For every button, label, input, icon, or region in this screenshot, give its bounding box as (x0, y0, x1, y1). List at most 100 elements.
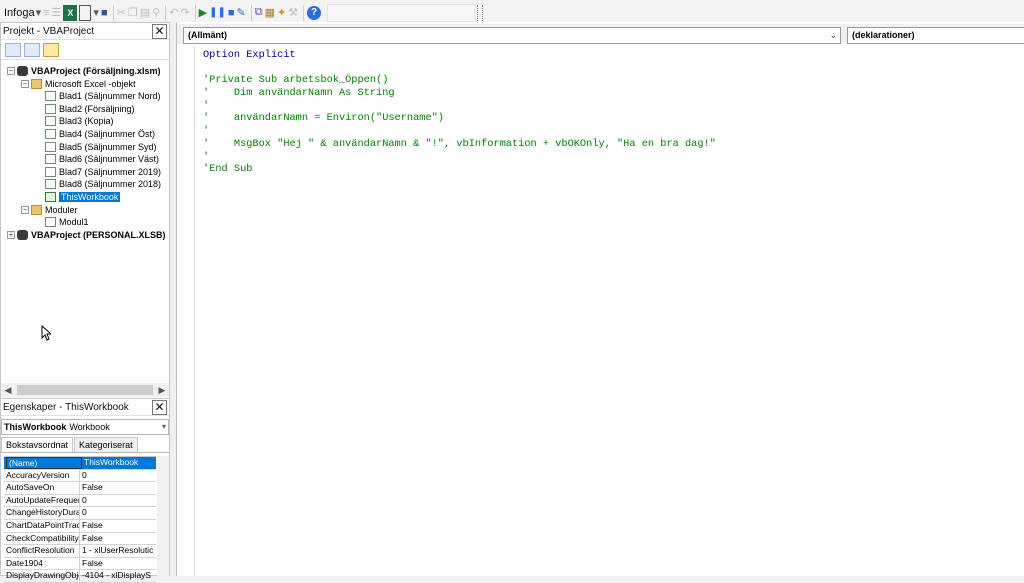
tree-item[interactable]: Blad1 (Säljnummer Nord) (35, 90, 161, 102)
tree-item[interactable]: Modul1 (35, 216, 89, 228)
tree-item-label: Microsoft Excel -objekt (45, 78, 136, 89)
tree-item[interactable]: − Microsoft Excel -objekt (21, 78, 136, 90)
run-icon[interactable]: ▶ (199, 5, 207, 21)
expand-icon[interactable]: + (7, 230, 15, 239)
object-type: Workbook (69, 422, 110, 432)
paste-icon[interactable]: ▤ (140, 5, 150, 21)
toggle-folders-icon[interactable] (43, 42, 59, 57)
close-icon[interactable]: ✕ (152, 23, 167, 39)
toolbar-separator (250, 4, 252, 21)
tree-item[interactable]: Blad2 (Försäljning) (35, 103, 135, 115)
cut-icon[interactable]: ✂ (117, 5, 126, 21)
collapse-icon[interactable]: − (21, 205, 29, 214)
properties-window-icon[interactable]: ▦ (265, 5, 275, 21)
tree-item[interactable]: ThisWorkbook (35, 191, 121, 203)
toolbar-grip-icon[interactable] (477, 4, 484, 21)
object-combo[interactable]: (Allmänt) ⌄ (183, 27, 841, 44)
view-object-icon[interactable] (24, 42, 40, 57)
property-name: ChangeHistoryDura (6, 507, 80, 519)
folder-icon (31, 78, 42, 89)
stop-icon[interactable]: ■ (228, 5, 235, 21)
chevron-down-icon[interactable]: ▾ (162, 422, 166, 431)
toolbar-separator (165, 4, 167, 21)
object-select[interactable]: ThisWorkbook Workbook ▾ (1, 419, 169, 435)
property-value[interactable]: 0 (80, 495, 156, 507)
property-row[interactable]: ChartDataPointTrac False (4, 519, 156, 533)
tree-item[interactable]: Blad3 (Kopia) (35, 115, 114, 127)
tree-item-label: Blad5 (Säljnummer Syd) (59, 141, 157, 152)
code-editor[interactable]: Option Explicit 'Private Sub arbetsbok_Öp… (203, 49, 716, 176)
scroll-left-icon[interactable]: ◀ (1, 385, 15, 396)
property-value[interactable]: 0 (80, 507, 156, 519)
properties-grid: (Name) ThisWorkbook AccuracyVersion 0 AutoSa… (4, 456, 156, 583)
code-window: (Allmänt) ⌄ (deklarationer) Option Expli… (176, 22, 1024, 576)
tree-item[interactable]: Blad4 (Säljnummer Öst) (35, 128, 155, 140)
tree-item[interactable]: − Moduler (21, 204, 78, 216)
property-row[interactable]: Date1904 False (4, 557, 156, 571)
save-icon[interactable]: ■ (101, 5, 108, 21)
property-row[interactable]: CheckCompatibility False (4, 532, 156, 546)
undo-icon[interactable]: ↶ (169, 5, 178, 21)
code-margin-indicator-bar[interactable] (177, 46, 195, 576)
redo-icon[interactable]: ↷ (180, 5, 189, 21)
pause-icon[interactable]: ❚❚ (209, 5, 226, 21)
project-horizontal-scrollbar[interactable]: ◀ ▶ (1, 383, 169, 397)
procedure-combo[interactable]: (deklarationer) (847, 27, 1024, 44)
property-value[interactable]: False (80, 533, 156, 545)
toolbox-icon[interactable]: ⚒ (288, 5, 298, 21)
collapse-icon[interactable]: − (7, 67, 15, 75)
tree-item[interactable]: Blad8 (Säljnummer 2018) (35, 178, 161, 190)
property-row[interactable]: (Name) ThisWorkbook (4, 457, 156, 470)
tree-item[interactable]: Blad6 (Säljnummer Väst) (35, 153, 159, 165)
project-explorer-icon[interactable]: ⧉ (255, 5, 263, 21)
property-row[interactable]: AccuracyVersion 0 (4, 469, 156, 483)
property-value[interactable]: 1 - xlUserResolutic (80, 545, 156, 557)
indent-icon[interactable]: ≡ (43, 5, 49, 21)
tree-item[interactable]: Blad5 (Säljnummer Syd) (35, 141, 157, 153)
tree-item[interactable]: − VBAProject (Försäljning.xlsm) (7, 65, 161, 77)
collapse-icon[interactable]: − (21, 79, 29, 88)
tab-categorized[interactable]: Kategoriserat (74, 437, 138, 452)
copy-icon[interactable]: ❐ (128, 5, 138, 21)
sheet-icon (45, 179, 56, 190)
tree-item-label: VBAProject (PERSONAL.XLSB) (31, 229, 166, 240)
scroll-right-icon[interactable]: ▶ (155, 385, 169, 396)
design-mode-icon[interactable]: ✎ (237, 5, 246, 21)
tree-item-label: Blad6 (Säljnummer Väst) (59, 154, 160, 165)
view-code-icon[interactable] (5, 42, 21, 57)
dropdown-arrow-icon[interactable]: ▾ (36, 5, 42, 21)
workbook-icon (45, 192, 56, 202)
close-icon[interactable]: ✕ (152, 399, 167, 415)
help-icon[interactable]: ? (307, 5, 322, 20)
insert-dropdown-icon[interactable]: ▾ (93, 5, 99, 21)
property-value[interactable]: False (80, 520, 156, 532)
excel-view-icon[interactable]: X (63, 4, 78, 21)
properties-vertical-scrollbar[interactable] (157, 456, 169, 577)
property-row[interactable]: ConflictResolution 1 - xlUserResolutic (4, 545, 156, 558)
property-value[interactable]: False (80, 558, 156, 570)
property-value[interactable]: -4104 - xlDisplayS (80, 570, 156, 582)
property-row[interactable]: AutoUpdateFrequer 0 (4, 494, 156, 508)
tree-item-label: Blad2 (Försäljning) (59, 103, 135, 114)
insert-userform-icon[interactable] (79, 4, 92, 21)
tab-alphabetic[interactable]: Bokstavsordnat (1, 437, 74, 452)
chevron-down-icon[interactable]: ⌄ (829, 28, 837, 43)
tree-item[interactable]: Blad7 (Säljnummer 2019) (35, 166, 161, 178)
sheet-icon (45, 141, 56, 152)
property-row[interactable]: AutoSaveOn False (4, 482, 156, 495)
property-row[interactable]: DisplayDrawingObje -4104 - xlDisplayS (4, 570, 156, 583)
property-value[interactable]: False (80, 482, 156, 494)
toolbar-separator (112, 4, 114, 21)
object-browser-icon[interactable]: ✦ (277, 5, 286, 21)
property-row[interactable]: ChangeHistoryDura 0 (4, 507, 156, 520)
property-value[interactable]: ThisWorkbook (82, 457, 154, 469)
folder-icon (31, 204, 42, 215)
property-value[interactable]: 0 (80, 470, 156, 482)
tree-item[interactable]: + VBAProject (PERSONAL.XLSB) (7, 229, 166, 241)
outdent-icon[interactable]: ☰ (52, 5, 62, 21)
property-name: ConflictResolution (4, 545, 80, 557)
code-line: ' användarNamn = Environ("Username") (203, 112, 444, 125)
insert-menu-button[interactable]: Infoga (4, 7, 35, 19)
scrollbar-thumb[interactable] (17, 385, 153, 395)
find-icon[interactable]: ⚲ (152, 5, 160, 21)
